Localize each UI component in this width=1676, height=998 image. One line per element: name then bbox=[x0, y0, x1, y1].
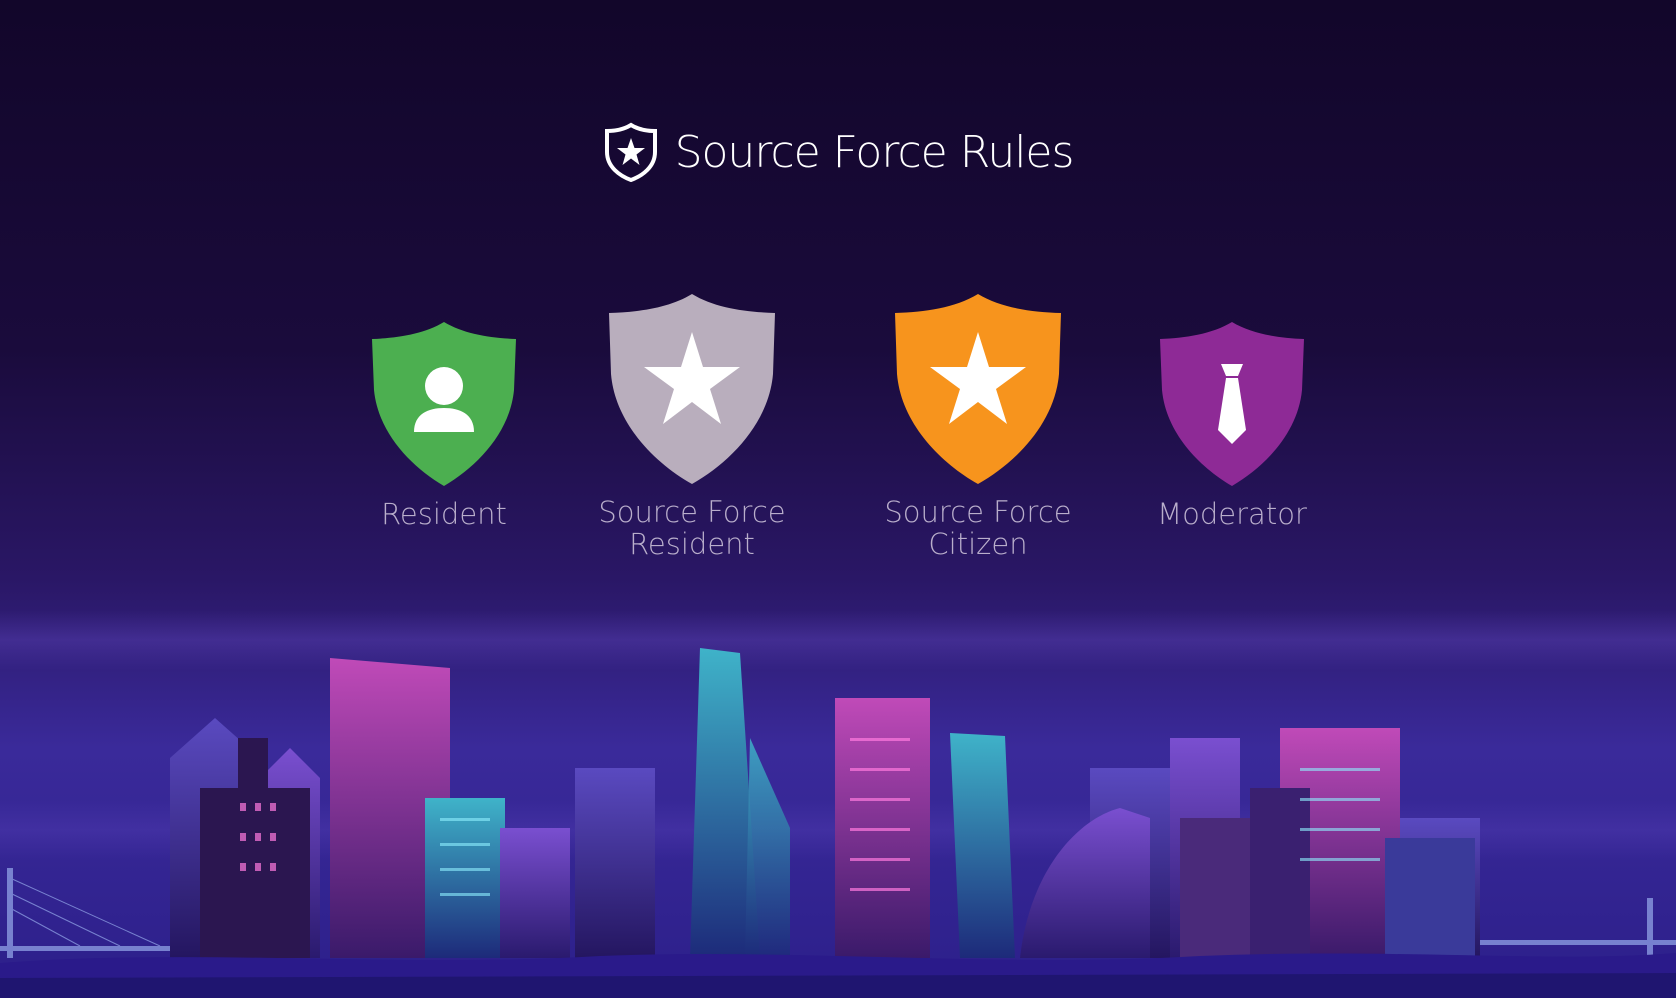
bridge-left bbox=[0, 868, 170, 958]
buildings-front bbox=[200, 648, 1475, 958]
page-header: Source Force Rules bbox=[0, 122, 1676, 182]
moderator-shield-icon bbox=[1160, 322, 1304, 486]
badge-label-moderator: Moderator bbox=[1157, 497, 1307, 531]
badge-source-force-resident: Source Force Resident bbox=[592, 292, 792, 560]
source-force-citizen-shield-icon bbox=[895, 294, 1061, 484]
badge-label-resident: Resident bbox=[381, 497, 507, 531]
badge-resident: Resident bbox=[344, 320, 544, 530]
shield-star-icon bbox=[604, 122, 657, 182]
badge-label-source-force-citizen: Source Force Citizen bbox=[884, 495, 1072, 561]
page-title: Source Force Rules bbox=[674, 126, 1075, 178]
resident-shield-icon bbox=[372, 322, 516, 486]
city-skyline-illustration bbox=[0, 648, 1676, 998]
badge-moderator: Moderator bbox=[1132, 320, 1332, 530]
badge-label-source-force-resident: Source Force Resident bbox=[598, 495, 786, 561]
badge-source-force-citizen: Source Force Citizen bbox=[878, 292, 1078, 560]
source-force-resident-shield-icon bbox=[609, 294, 775, 484]
